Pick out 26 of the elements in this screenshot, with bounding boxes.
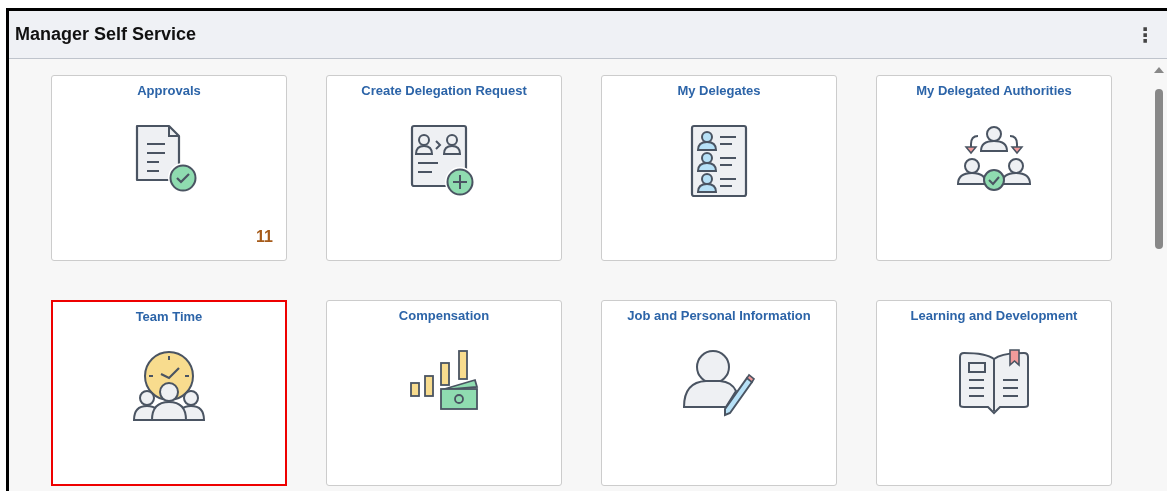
tile[interactable]: Job and Personal Information xyxy=(601,300,837,486)
tile[interactable]: My Delegates xyxy=(601,75,837,261)
tile-title: Learning and Development xyxy=(910,308,1078,323)
tile-title: Job and Personal Information xyxy=(627,308,811,323)
menu-button[interactable]: ⋮ xyxy=(1131,22,1159,47)
tile-title: Compensation xyxy=(398,308,490,323)
tile[interactable]: Compensation xyxy=(326,300,562,486)
tile[interactable]: Approvals 11 xyxy=(51,75,287,261)
scroll-up-icon[interactable] xyxy=(1153,67,1164,73)
tile-title: Team Time xyxy=(135,309,203,324)
tile[interactable]: Learning and Development xyxy=(876,300,1112,486)
page-title: Manager Self Service xyxy=(15,24,197,45)
scrollbar-thumb[interactable] xyxy=(1154,89,1163,249)
people-delegation-icon xyxy=(956,124,1032,192)
tile-title: My Delegates xyxy=(677,83,761,98)
tile[interactable]: Team Time xyxy=(51,300,287,486)
tile-title: Approvals xyxy=(137,83,201,98)
people-list-icon xyxy=(690,124,748,198)
tile-title: My Delegated Authorities xyxy=(916,83,1072,98)
tile-title: Create Delegation Request xyxy=(361,83,527,98)
bar-chart-money-icon xyxy=(409,349,479,411)
clock-team-icon xyxy=(133,350,205,422)
tile[interactable]: My Delegated Authorities xyxy=(876,75,1112,261)
tile[interactable]: Create Delegation Request xyxy=(326,75,562,261)
count-label: 11 xyxy=(256,228,273,246)
open-book-icon xyxy=(958,349,1030,415)
